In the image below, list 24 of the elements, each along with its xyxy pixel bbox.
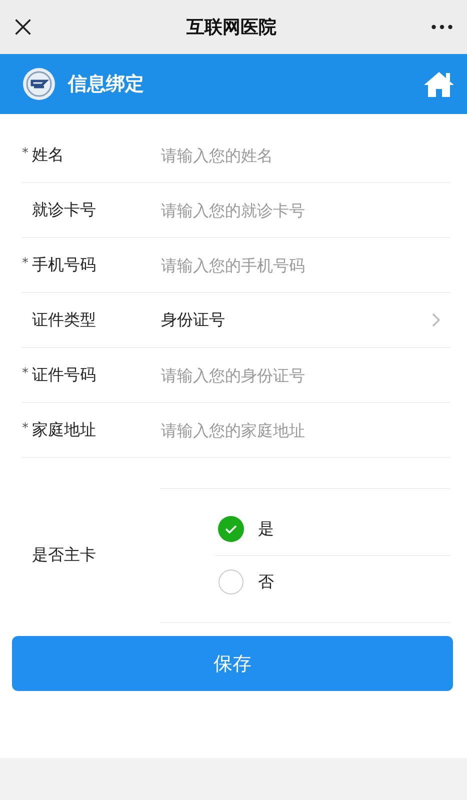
field-label: 证件类型 bbox=[31, 310, 97, 330]
input-field[interactable]: 请输入您的身份证号 bbox=[161, 366, 450, 384]
page-title: 信息绑定 bbox=[68, 72, 145, 97]
input-field[interactable]: 请输入您的家庭地址 bbox=[161, 420, 450, 440]
field-label: * 证件号码 bbox=[22, 364, 97, 386]
field-label: 就诊卡号 bbox=[31, 200, 97, 220]
field-label: * 手机号码 bbox=[22, 254, 97, 276]
field-label: * 姓名 bbox=[22, 144, 65, 166]
option-label: 否 bbox=[258, 572, 274, 592]
radio-button[interactable] bbox=[218, 569, 244, 595]
logo-icon bbox=[22, 67, 56, 101]
input-field[interactable]: 请输入您的就诊卡号 bbox=[161, 200, 450, 220]
close-icon[interactable] bbox=[14, 18, 32, 36]
input-field[interactable]: 请输入您的手机号码 bbox=[161, 256, 450, 274]
field-label: * 家庭地址 bbox=[22, 420, 97, 440]
select-value[interactable]: 身份证号 bbox=[161, 310, 432, 330]
home-icon[interactable] bbox=[423, 70, 455, 98]
chevron-icon[interactable] bbox=[432, 313, 440, 327]
window-title: 互联网医院 bbox=[186, 16, 276, 39]
option-label: 是 bbox=[258, 518, 274, 540]
radio-button[interactable] bbox=[218, 516, 244, 542]
input-field[interactable]: 请输入您的姓名 bbox=[161, 146, 450, 164]
more-icon[interactable] bbox=[431, 24, 453, 30]
field-label: 是否主卡 bbox=[32, 545, 97, 566]
